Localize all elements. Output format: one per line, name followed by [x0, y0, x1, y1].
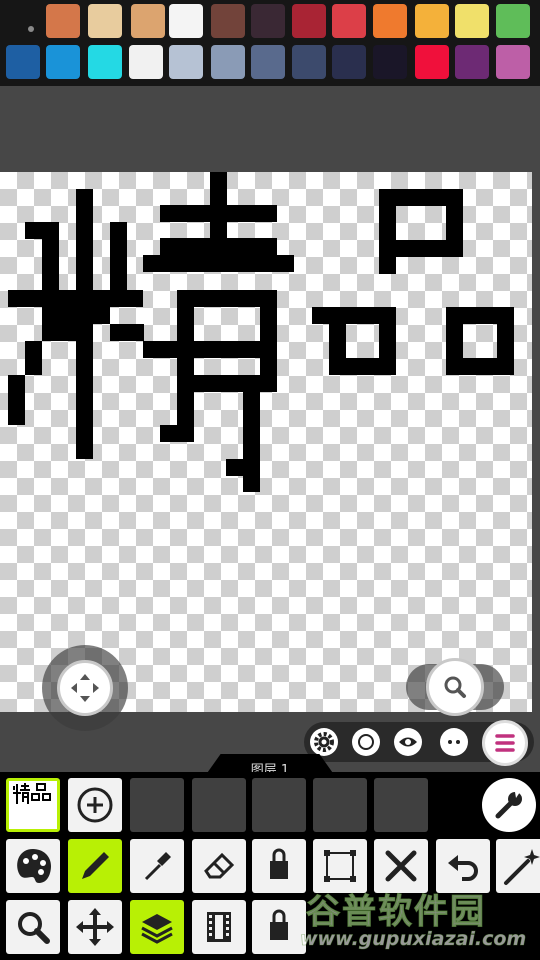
color-swatch[interactable] — [292, 45, 326, 79]
eye-icon — [399, 737, 417, 747]
magnifier-icon — [18, 912, 50, 944]
two-dots-icon — [448, 740, 460, 744]
empty-frame-slot[interactable] — [130, 778, 184, 832]
move-tool[interactable] — [68, 900, 122, 954]
color-swatch[interactable] — [332, 4, 366, 38]
color-swatch[interactable] — [455, 45, 489, 79]
fill-tool[interactable] — [252, 839, 306, 893]
magic-wand-icon — [504, 849, 540, 885]
empty-frame-slot[interactable] — [252, 778, 306, 832]
color-swatch[interactable] — [129, 45, 163, 79]
preview-button[interactable] — [394, 728, 422, 756]
pan-joystick[interactable] — [42, 645, 128, 731]
settings-button[interactable] — [310, 728, 338, 756]
color-swatch[interactable] — [251, 45, 285, 79]
color-swatch[interactable] — [373, 45, 407, 79]
add-frame-button[interactable] — [68, 778, 122, 832]
zoom-tool[interactable] — [6, 900, 60, 954]
undo-button[interactable] — [436, 839, 490, 893]
bucket-icon — [270, 848, 288, 879]
layers-icon — [141, 914, 173, 944]
select-tool[interactable] — [313, 839, 367, 893]
color-swatch[interactable] — [496, 45, 530, 79]
color-swatch[interactable] — [88, 4, 122, 38]
color-palette-icon — [17, 849, 51, 883]
pan-knob[interactable] — [57, 660, 113, 716]
pencil-tool[interactable] — [68, 839, 122, 893]
bucket-icon — [270, 909, 288, 940]
crossed-tools-icon — [385, 850, 417, 882]
color-swatch[interactable] — [169, 4, 203, 38]
color-swatch[interactable] — [169, 45, 203, 79]
color-swatch[interactable] — [373, 4, 407, 38]
empty-frame-slot[interactable] — [374, 778, 428, 832]
eraser-icon — [204, 852, 235, 879]
fill-options-button[interactable] — [252, 900, 306, 954]
palette-indicator — [28, 26, 34, 32]
color-swatch[interactable] — [415, 45, 449, 79]
palette-button[interactable] — [6, 839, 60, 893]
zoom-slider[interactable] — [406, 658, 504, 716]
zoom-knob[interactable] — [426, 658, 484, 716]
circle-icon — [358, 734, 374, 750]
gear-icon — [314, 732, 334, 752]
undo-icon — [448, 855, 478, 881]
color-palette — [0, 0, 540, 86]
drawing-canvas[interactable] — [0, 172, 532, 712]
move-arrows-icon — [71, 674, 99, 702]
frame-preview — [13, 783, 51, 804]
pixel-editor: 图层 1 谷普软件园 www.gupuxiazai.com — [0, 0, 540, 960]
more-button[interactable] — [440, 728, 468, 756]
eraser-tool[interactable] — [192, 839, 246, 893]
hamburger-icon — [495, 734, 515, 752]
magnifier-icon — [444, 676, 466, 698]
color-swatch[interactable] — [46, 45, 80, 79]
main-menu-button[interactable] — [482, 720, 528, 766]
layers-button[interactable] — [130, 900, 184, 954]
color-swatch[interactable] — [46, 4, 80, 38]
color-swatch[interactable] — [6, 45, 40, 79]
empty-frame-slot[interactable] — [313, 778, 367, 832]
tools-button[interactable] — [374, 839, 428, 893]
eyedropper-tool[interactable] — [130, 839, 184, 893]
color-swatch[interactable] — [332, 45, 366, 79]
tools-settings-button[interactable] — [482, 778, 536, 832]
color-swatch[interactable] — [496, 4, 530, 38]
magic-wand-tool[interactable] — [496, 839, 540, 893]
color-swatch[interactable] — [415, 4, 449, 38]
wrench-icon — [495, 792, 522, 819]
eyedropper-icon — [144, 852, 171, 881]
film-strip-icon — [207, 912, 231, 942]
selection-icon — [324, 850, 356, 882]
color-swatch[interactable] — [88, 45, 122, 79]
animation-button[interactable] — [192, 900, 246, 954]
onion-skin-button[interactable] — [352, 728, 380, 756]
move-arrows-icon — [76, 908, 114, 946]
color-swatch[interactable] — [292, 4, 326, 38]
empty-frame-slot[interactable] — [192, 778, 246, 832]
color-swatch[interactable] — [131, 4, 165, 38]
pencil-icon — [82, 852, 109, 879]
pixel-artwork — [8, 172, 514, 492]
color-swatch[interactable] — [251, 4, 285, 38]
plus-icon — [77, 787, 113, 823]
color-swatch[interactable] — [455, 4, 489, 38]
color-swatch[interactable] — [211, 45, 245, 79]
color-swatch[interactable] — [211, 4, 245, 38]
frame-thumbnail-1[interactable] — [6, 778, 60, 832]
